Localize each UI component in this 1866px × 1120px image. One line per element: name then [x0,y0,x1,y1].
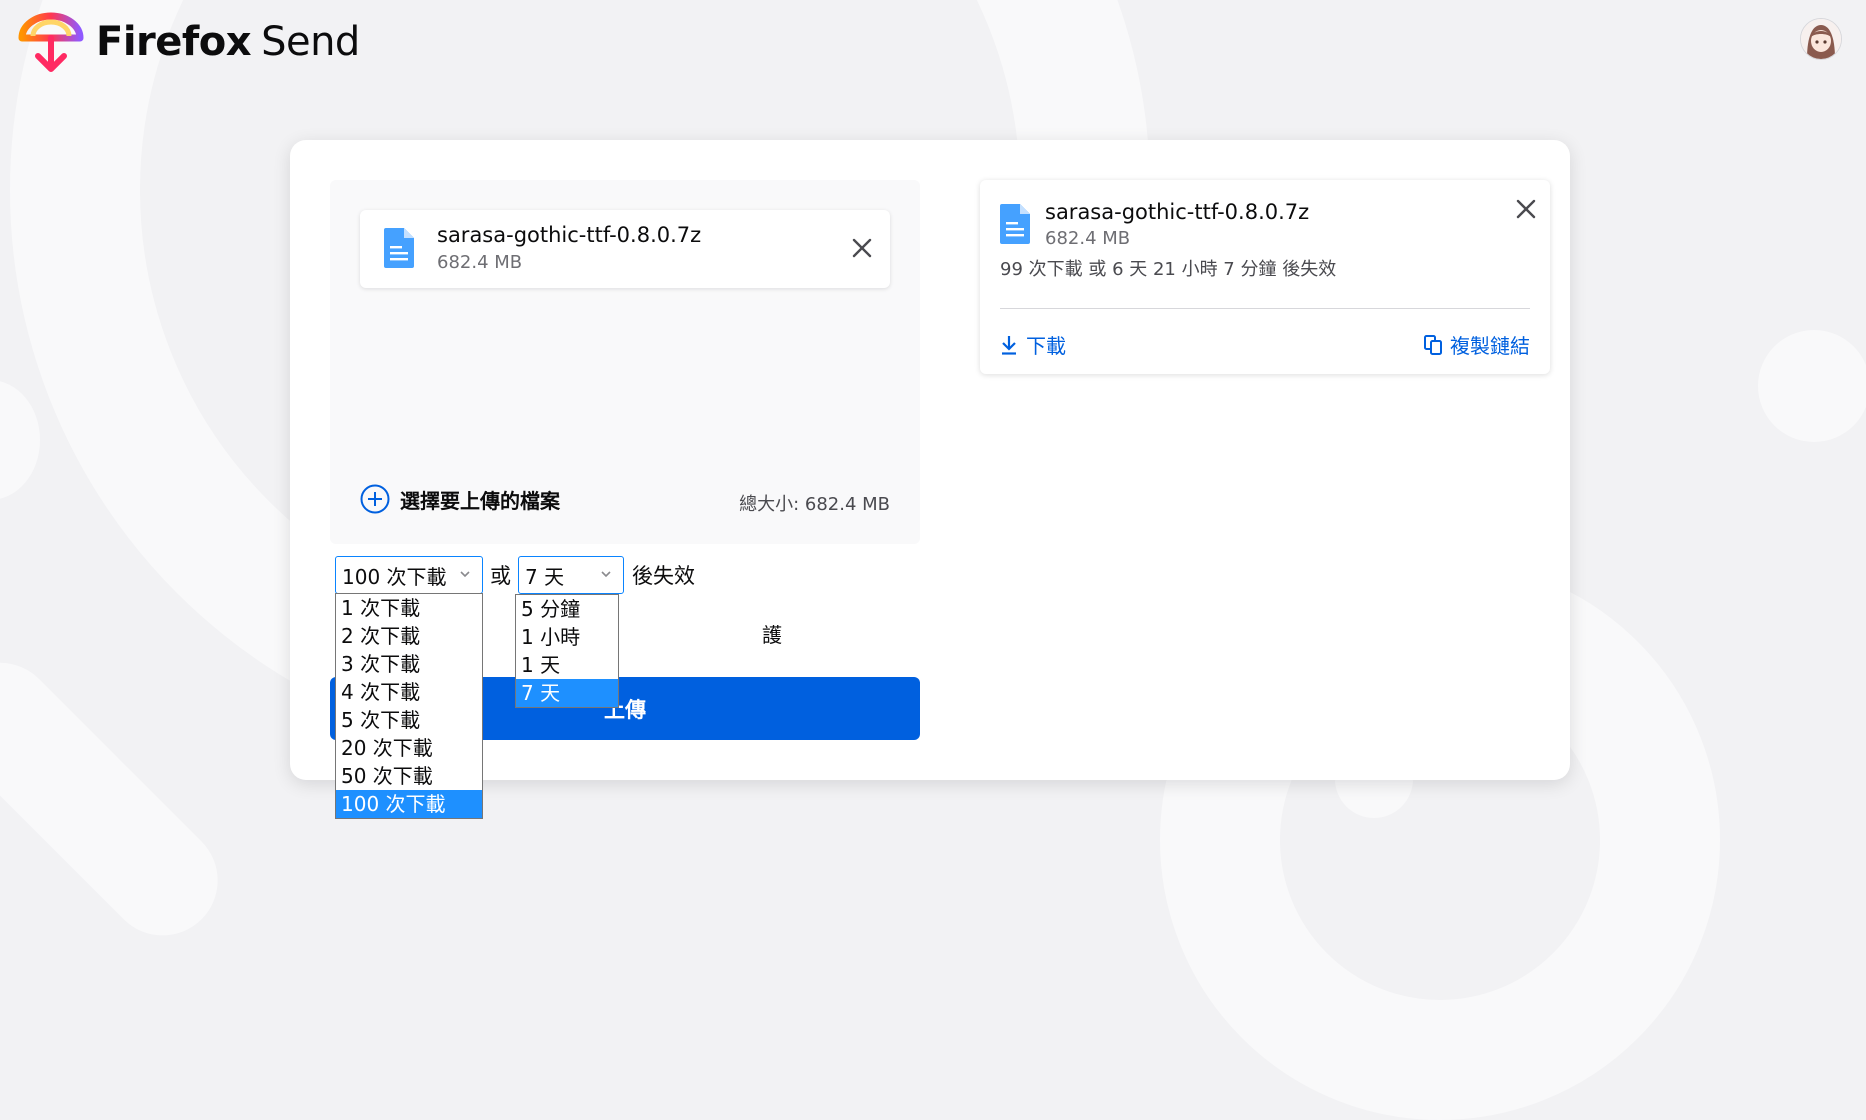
dropdown-option[interactable]: 1 小時 [516,623,618,651]
avatar-icon [1801,19,1841,59]
document-icon [384,228,414,268]
downloads-dropdown-list: 1 次下載 2 次下載 3 次下載 4 次下載 5 次下載 20 次下載 50 … [335,593,483,819]
expiry-options: 100 次下載 或 7 天 後失效 [335,556,695,594]
uploaded-file-card: sarasa-gothic-ttf-0.8.0.7z 682.4 MB 99 次… [980,180,1550,374]
dropdown-option-selected[interactable]: 7 天 [516,679,618,707]
file-name: sarasa-gothic-ttf-0.8.0.7z [437,223,702,247]
background-circle [1758,330,1866,442]
downloads-select-value: 100 次下載 [342,564,447,589]
download-link[interactable]: 下載 [1000,330,1066,359]
background-bar [0,640,241,959]
expire-text: 後失效 [632,564,695,588]
delete-upload-close-icon[interactable] [1512,195,1540,223]
copy-link-icon [1424,334,1442,355]
chevron-down-icon [460,571,470,578]
brand-send: Send [261,19,360,65]
downloads-select[interactable]: 100 次下載 [335,556,483,594]
remove-file-close-icon[interactable] [848,234,876,262]
dropdown-option[interactable]: 1 次下載 [336,594,482,622]
dropdown-option[interactable]: 50 次下載 [336,762,482,790]
download-label: 下載 [1026,334,1066,358]
password-option-label[interactable]: 護 [762,619,782,648]
dropdown-option[interactable]: 3 次下載 [336,650,482,678]
avatar[interactable] [1800,18,1842,60]
file-size: 682.4 MB [437,252,523,273]
document-icon [1000,204,1030,244]
brand-name: Firefox Send [96,19,360,65]
dropdown-option-selected[interactable]: 100 次下載 [336,790,482,818]
copy-link-label: 複製鏈結 [1450,334,1530,358]
add-files-button[interactable]: 選擇要上傳的檔案 [360,484,560,514]
upload-area[interactable]: sarasa-gothic-ttf-0.8.0.7z 682.4 MB 選擇要上… [330,180,920,544]
time-select[interactable]: 7 天 [518,556,624,594]
total-size: 總大小: 682.4 MB [739,494,890,515]
plus-circle-icon [360,484,390,514]
uploaded-file-name: sarasa-gothic-ttf-0.8.0.7z [1045,200,1310,224]
uploaded-file-size: 682.4 MB [1045,228,1131,249]
dropdown-option[interactable]: 2 次下載 [336,622,482,650]
brand-firefox: Firefox [96,19,252,65]
chevron-down-icon [601,571,611,578]
dropdown-option[interactable]: 1 天 [516,651,618,679]
divider [1000,308,1530,309]
firefox-send-logo-icon[interactable] [18,10,84,74]
time-dropdown-list: 5 分鐘 1 小時 1 天 7 天 [515,594,619,708]
dropdown-option[interactable]: 5 分鐘 [516,595,618,623]
time-select-value: 7 天 [525,564,565,589]
download-icon [1002,335,1016,355]
copy-link-button[interactable]: 複製鏈結 [1424,330,1530,359]
add-files-label: 選擇要上傳的檔案 [400,488,560,513]
or-text: 或 [490,564,511,588]
header: Firefox Send [18,10,360,74]
background-circle-left [0,380,40,500]
file-list-item: sarasa-gothic-ttf-0.8.0.7z 682.4 MB [360,210,890,288]
dropdown-option[interactable]: 5 次下載 [336,706,482,734]
dropdown-option[interactable]: 4 次下載 [336,678,482,706]
expiry-info: 99 次下載 或 6 天 21 小時 7 分鐘 後失效 [1000,259,1337,280]
dropdown-option[interactable]: 20 次下載 [336,734,482,762]
